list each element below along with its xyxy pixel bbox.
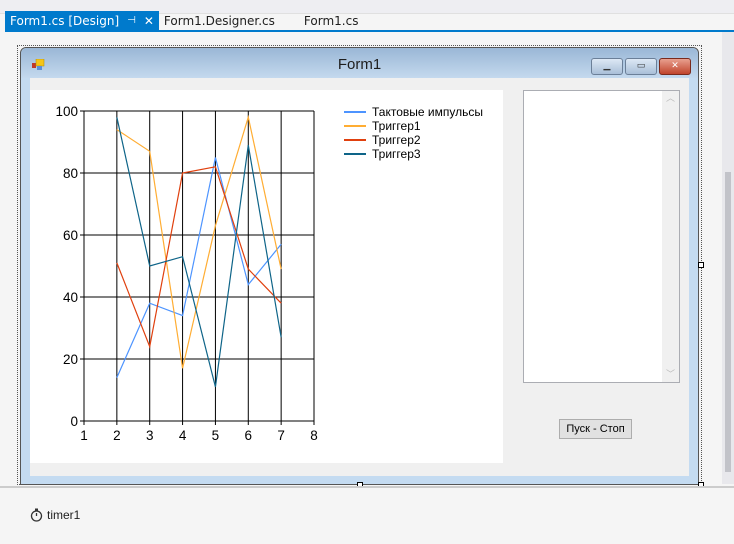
maximize-button[interactable]: ▭ xyxy=(625,58,657,75)
listbox-scrollbar[interactable]: ︿ ﹀ xyxy=(662,91,679,382)
legend-label: Триггер3 xyxy=(372,147,421,161)
legend-item: Тактовые импульсы xyxy=(344,105,483,119)
legend-swatch xyxy=(344,125,366,127)
tab-form1-design[interactable]: Form1.cs [Design] ⊣ ✕ xyxy=(5,11,159,31)
resize-handle-right[interactable] xyxy=(698,262,704,268)
legend-label: Триггер2 xyxy=(372,133,421,147)
close-button[interactable]: ✕ xyxy=(659,58,691,75)
close-icon[interactable]: ✕ xyxy=(144,11,154,31)
timer-component[interactable]: timer1 xyxy=(30,508,80,522)
start-stop-button[interactable]: Пуск - Стоп xyxy=(559,419,632,439)
x-tick-label: 2 xyxy=(113,428,121,443)
legend-label: Тактовые импульсы xyxy=(372,105,483,119)
scroll-up-icon[interactable]: ︿ xyxy=(662,91,679,104)
legend-swatch xyxy=(344,139,366,141)
x-tick-label: 4 xyxy=(179,428,187,443)
scroll-down-icon[interactable]: ﹀ xyxy=(662,367,679,380)
legend-label: Триггер1 xyxy=(372,119,421,133)
y-tick-label: 40 xyxy=(63,290,78,305)
x-tick-label: 5 xyxy=(212,428,220,443)
minimize-button[interactable]: ▁ xyxy=(591,58,623,75)
timer-label: timer1 xyxy=(47,508,81,522)
series-line xyxy=(116,114,282,369)
y-tick-label: 80 xyxy=(63,166,78,181)
tab-form1-designer[interactable]: Form1.Designer.cs xyxy=(159,11,299,31)
x-tick-label: 6 xyxy=(245,428,253,443)
tab-label: Form1.Designer.cs xyxy=(163,14,275,28)
legend-item: Триггер2 xyxy=(344,133,483,147)
legend-swatch xyxy=(344,111,366,113)
title-bar: Form1 ▁ ▭ ✕ xyxy=(21,48,698,78)
tab-underline xyxy=(5,30,734,32)
y-tick-label: 20 xyxy=(63,352,78,367)
stopwatch-icon xyxy=(30,508,43,522)
tab-form1-cs[interactable]: Form1.cs xyxy=(299,11,364,31)
list-box[interactable]: ︿ ﹀ xyxy=(523,90,680,383)
x-tick-label: 1 xyxy=(80,428,88,443)
pin-icon[interactable]: ⊣ xyxy=(127,11,136,31)
legend-swatch xyxy=(344,153,366,155)
scroll-thumb[interactable] xyxy=(725,172,731,472)
chart-legend: Тактовые импульсы Триггер1 Триггер2 Триггер… xyxy=(344,105,483,161)
tab-label: Form1.cs [Design] xyxy=(10,14,120,28)
x-tick-label: 8 xyxy=(310,428,318,443)
tab-label: Form1.cs xyxy=(303,14,359,28)
y-tick-label: 60 xyxy=(63,228,78,243)
x-tick-label: 3 xyxy=(146,428,154,443)
document-tabs: Form1.cs [Design] ⊣ ✕ Form1.Designer.cs … xyxy=(5,11,363,31)
legend-item: Триггер3 xyxy=(344,147,483,161)
component-tray xyxy=(0,486,734,544)
y-tick-label: 100 xyxy=(55,104,78,119)
x-tick-label: 7 xyxy=(277,428,285,443)
legend-item: Триггер1 xyxy=(344,119,483,133)
vertical-scrollbar[interactable] xyxy=(722,32,734,484)
y-tick-label: 0 xyxy=(70,414,78,429)
